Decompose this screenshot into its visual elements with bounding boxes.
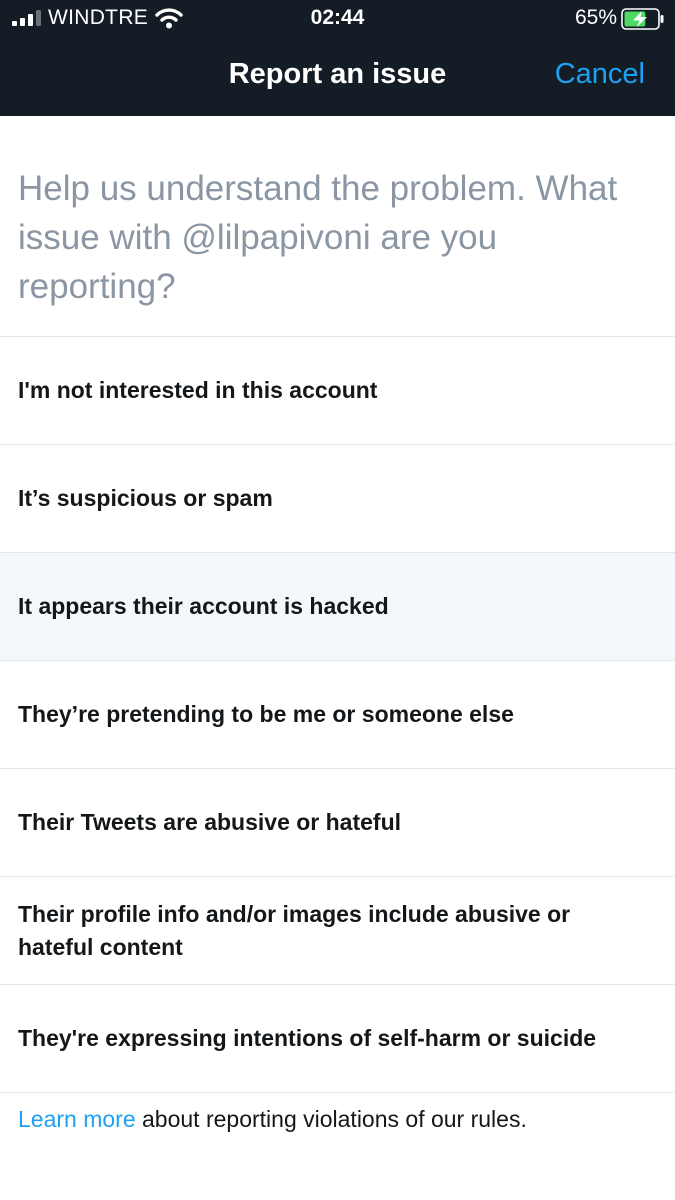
battery-charging-icon: [621, 8, 664, 30]
option-label: Their profile info and/or images include…: [18, 900, 571, 960]
option-impersonation[interactable]: They’re pretending to be me or someone e…: [0, 661, 675, 769]
option-label: I'm not interested in this account: [18, 377, 378, 403]
option-self-harm[interactable]: They're expressing intentions of self-ha…: [0, 985, 675, 1093]
battery-percent: 65%: [574, 6, 617, 29]
footer-text: about reporting violations of our rules.: [135, 1106, 527, 1132]
option-not-interested[interactable]: I'm not interested in this account: [0, 337, 675, 445]
footer-note: Learn more about reporting violations of…: [18, 1106, 527, 1133]
learn-more-link[interactable]: Learn more: [18, 1106, 136, 1132]
report-options-list: I'm not interested in this account It’s …: [0, 336, 675, 1093]
option-abusive-profile[interactable]: Their profile info and/or images include…: [0, 877, 675, 985]
top-bar: WINDTRE 02:44 65% Report an issue Cancel: [0, 0, 675, 116]
option-label: They’re pretending to be me or someone e…: [18, 701, 514, 727]
option-label: It’s suspicious or spam: [18, 485, 273, 511]
report-prompt: Help us understand the problem. What iss…: [18, 169, 618, 306]
option-account-hacked[interactable]: It appears their account is hacked: [0, 553, 675, 661]
option-label: It appears their account is hacked: [18, 593, 389, 619]
option-label: Their Tweets are abusive or hateful: [18, 809, 402, 835]
status-bar: WINDTRE 02:44 65%: [0, 0, 675, 38]
option-label: They're expressing intentions of self-ha…: [18, 1025, 597, 1051]
status-time: 02:44: [310, 6, 365, 29]
option-suspicious-spam[interactable]: It’s suspicious or spam: [0, 445, 675, 553]
option-abusive-tweets[interactable]: Their Tweets are abusive or hateful: [0, 769, 675, 877]
cancel-button[interactable]: Cancel: [555, 58, 645, 91]
